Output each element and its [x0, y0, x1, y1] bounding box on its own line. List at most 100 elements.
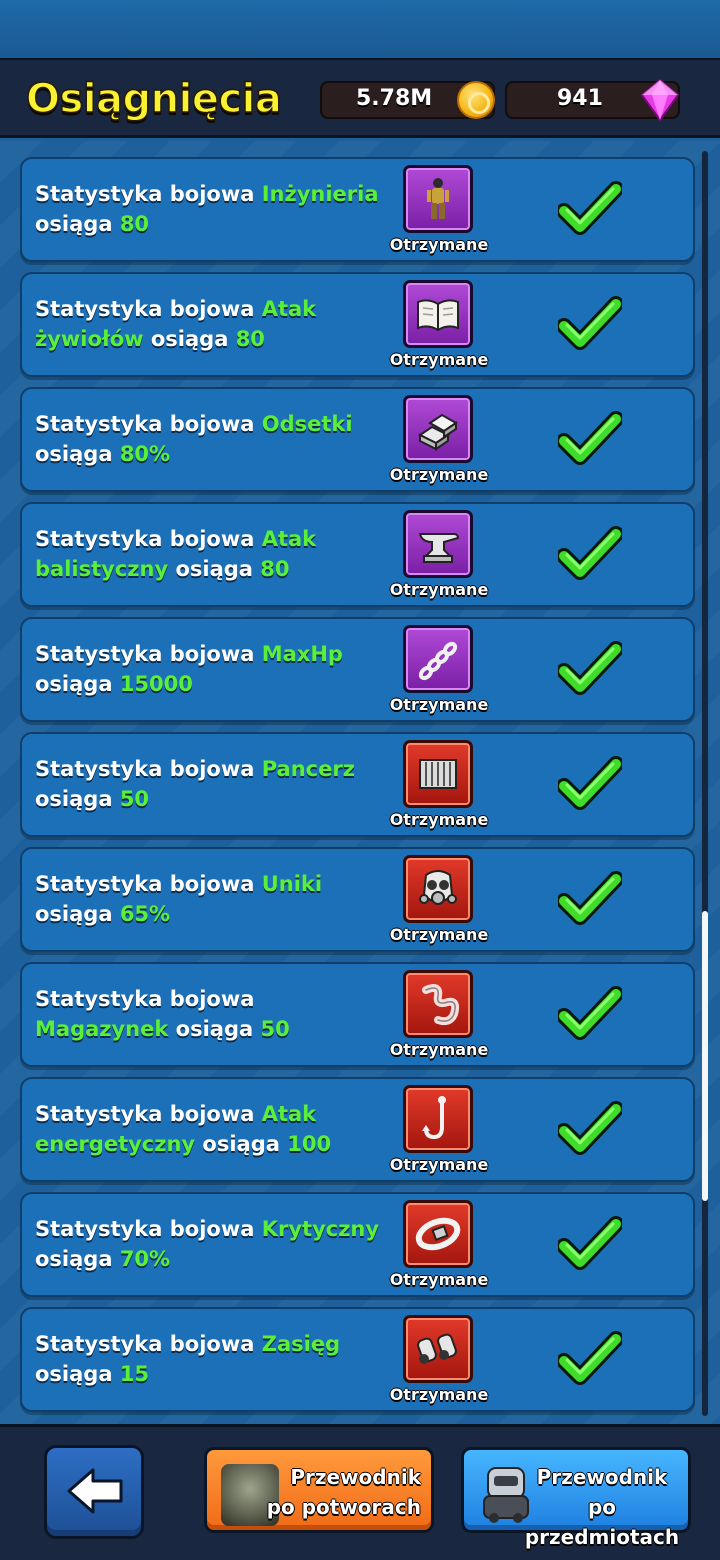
checkmark-icon [558, 1216, 622, 1270]
achievement-verb: osiąga [35, 787, 120, 811]
items-guide-button[interactable]: Przewodnik po przedmiotach [461, 1447, 691, 1549]
monsters-guide-label: Przewodnik po potworach [266, 1465, 421, 1519]
checkmark-icon [558, 296, 622, 350]
binoculars-icon [417, 1333, 457, 1364]
achievement-prefix: Statystyka bojowa [35, 1217, 262, 1241]
achievement-description: Statystyka bojowa Uniki osiąga 65% [35, 869, 380, 929]
achievement-row[interactable]: Statystyka bojowa Magazynek osiąga 50 Otr… [20, 962, 695, 1067]
engineer-figure-icon [427, 178, 449, 219]
achievement-row[interactable]: Statystyka bojowa Odsetki osiąga 80% Otrz… [20, 387, 695, 492]
checkmark-icon [558, 871, 622, 925]
achievements-list[interactable]: Statystyka bojowa Inżynieria osiąga 80 Ot… [0, 141, 720, 1424]
achievement-prefix: Statystyka bojowa [35, 297, 262, 321]
achievement-target-value: 80% [119, 442, 171, 466]
achievement-description: Statystyka bojowa Inżynieria osiąga 80 [35, 179, 380, 239]
achievement-target-value: 15 [119, 1362, 150, 1386]
achievement-row[interactable]: Statystyka bojowa Pancerz osiąga 50 Otrzy… [20, 732, 695, 837]
achievement-prefix: Statystyka bojowa [35, 642, 262, 666]
achievement-prefix: Statystyka bojowa [35, 1332, 262, 1356]
achievement-stat-name: Zasięg [261, 1332, 341, 1356]
reward-status-label: Otrzymane [389, 350, 489, 369]
arrow-left-icon [67, 1468, 123, 1514]
reward-item-slot[interactable] [403, 165, 473, 233]
achievement-prefix: Statystyka bojowa [35, 987, 255, 1011]
achievement-target-value: 50 [260, 1017, 290, 1041]
scrollbar[interactable] [702, 151, 708, 1416]
achievement-stat-name: Uniki [261, 872, 323, 896]
achievement-row[interactable]: Statystyka bojowa Inżynieria osiąga 80 Ot… [20, 157, 695, 262]
footer-bar: Przewodnik po potworach Przewodnik po pr… [0, 1424, 720, 1560]
checkmark-icon [558, 756, 622, 810]
achievement-description: Statystyka bojowa Pancerz osiąga 50 [35, 754, 380, 814]
reward-status-label: Otrzymane [389, 925, 489, 944]
achievement-row[interactable]: Statystyka bojowa MaxHp osiąga 15000 Otrz… [20, 617, 695, 722]
coins-counter: 5.78M [320, 81, 495, 119]
achievement-target-value: 80 [260, 557, 290, 581]
achievement-description: Statystyka bojowa Atak żywiołów osiąga 8… [35, 294, 380, 354]
achievement-verb: osiąga [35, 1247, 120, 1271]
achievement-verb: osiąga [195, 1132, 288, 1156]
reward-item-slot[interactable] [403, 1315, 473, 1383]
reward-status-label: Otrzymane [389, 465, 489, 484]
coins-value: 5.78M [356, 86, 433, 111]
achievement-description: Statystyka bojowa Krytyczny osiąga 70% [35, 1214, 380, 1274]
achievement-verb: osiąga [35, 672, 120, 696]
gold-bars-icon [418, 413, 458, 451]
achievement-verb: osiąga [168, 1017, 261, 1041]
scrollbar-thumb[interactable] [702, 911, 708, 1201]
achievement-prefix: Statystyka bojowa [35, 757, 262, 781]
worm-icon [422, 984, 460, 1026]
items-guide-label: Przewodnik po przedmiotach [524, 1465, 680, 1549]
achievement-verb: osiąga [168, 557, 261, 581]
reward-status-label: Otrzymane [389, 1270, 489, 1289]
achievement-target-value: 80 [235, 327, 265, 351]
page-title: Osiągnięcia [25, 75, 282, 123]
achievement-prefix: Statystyka bojowa [35, 412, 262, 436]
achievement-verb: osiąga [35, 902, 120, 926]
belt-icon [415, 1217, 461, 1251]
achievement-row[interactable]: Statystyka bojowa Krytyczny osiąga 70% Ot… [20, 1192, 695, 1297]
achievement-stat-name: Inżynieria [261, 182, 379, 206]
achievement-prefix: Statystyka bojowa [35, 527, 262, 551]
reward-item-slot[interactable] [403, 970, 473, 1038]
achievement-stat-name: Odsetki [261, 412, 353, 436]
monsters-guide-button[interactable]: Przewodnik po potworach [204, 1447, 434, 1533]
achievement-stat-name: Krytyczny [261, 1217, 380, 1241]
achievement-description: Statystyka bojowa Odsetki osiąga 80% [35, 409, 380, 469]
achievement-row[interactable]: Statystyka bojowa Atak żywiołów osiąga 8… [20, 272, 695, 377]
reward-item-slot[interactable] [403, 280, 473, 348]
reward-item-slot[interactable] [403, 740, 473, 808]
achievement-target-value: 70% [119, 1247, 171, 1271]
reward-item-slot[interactable] [403, 395, 473, 463]
achievement-prefix: Statystyka bojowa [35, 872, 262, 896]
reward-item-slot[interactable] [403, 625, 473, 693]
achievement-stat-name: MaxHp [261, 642, 343, 666]
checkmark-icon [558, 986, 622, 1040]
achievement-description: Statystyka bojowa Zasięg osiąga 15 [35, 1329, 380, 1389]
gems-counter: 941 [505, 78, 680, 122]
anvil-icon [418, 533, 460, 563]
reward-item-slot[interactable] [403, 1085, 473, 1153]
achievement-prefix: Statystyka bojowa [35, 1102, 262, 1126]
coin-icon [457, 81, 495, 119]
reward-status-label: Otrzymane [389, 810, 489, 829]
achievement-row[interactable]: Statystyka bojowa Atak balistyczny osiąg… [20, 502, 695, 607]
achievement-verb: osiąga [35, 212, 120, 236]
achievement-target-value: 15000 [119, 672, 193, 696]
achievement-row[interactable]: Statystyka bojowa Uniki osiąga 65% Otrzym… [20, 847, 695, 952]
gem-icon [640, 78, 680, 122]
checkmark-icon [558, 411, 622, 465]
achievement-row[interactable]: Statystyka bojowa Atak energetyczny osią… [20, 1077, 695, 1182]
achievement-verb: osiąga [35, 1362, 120, 1386]
header-bar: Osiągnięcia 5.78M 941 [0, 58, 720, 138]
back-button[interactable] [44, 1445, 144, 1539]
armor-plate-icon [419, 759, 457, 789]
reward-status-label: Otrzymane [389, 1040, 489, 1059]
reward-item-slot[interactable] [403, 1200, 473, 1268]
reward-status-label: Otrzymane [389, 695, 489, 714]
gas-mask-icon [419, 870, 457, 905]
achievement-row[interactable]: Statystyka bojowa Zasięg osiąga 15 Otrzym… [20, 1307, 695, 1412]
reward-item-slot[interactable] [403, 855, 473, 923]
reward-item-slot[interactable] [403, 510, 473, 578]
achievement-stat-name: Pancerz [261, 757, 355, 781]
